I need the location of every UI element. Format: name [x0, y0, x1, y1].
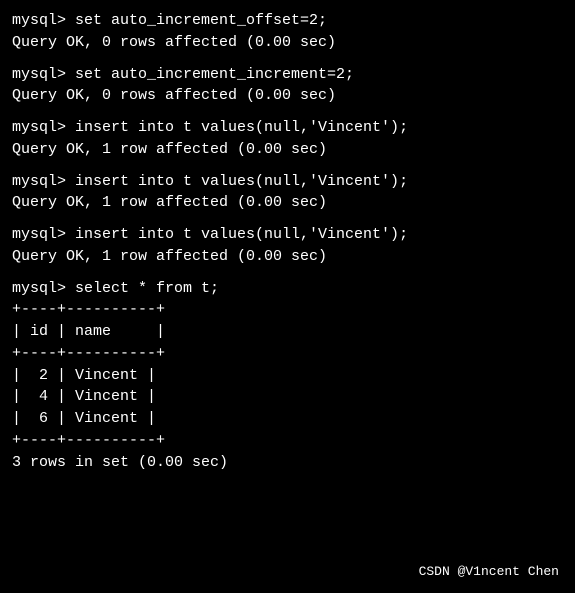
spacer-1: [12, 54, 563, 64]
command-line-2: mysql> set auto_increment_increment=2;: [12, 64, 563, 86]
table-bottom-border: +----+----------+: [12, 430, 563, 452]
spacer-3: [12, 161, 563, 171]
table-header-row: | id | name |: [12, 321, 563, 343]
command-line-4: mysql> insert into t values(null,'Vincen…: [12, 171, 563, 193]
result-line-final: 3 rows in set (0.00 sec): [12, 452, 563, 474]
result-line-5: Query OK, 1 row affected (0.00 sec): [12, 246, 563, 268]
command-line-1: mysql> set auto_increment_offset=2;: [12, 10, 563, 32]
spacer-2: [12, 107, 563, 117]
terminal-window: mysql> set auto_increment_offset=2; Quer…: [0, 0, 575, 593]
result-line-2: Query OK, 0 rows affected (0.00 sec): [12, 85, 563, 107]
result-line-4: Query OK, 1 row affected (0.00 sec): [12, 192, 563, 214]
result-line-1: Query OK, 0 rows affected (0.00 sec): [12, 32, 563, 54]
table-data-row-2: | 4 | Vincent |: [12, 386, 563, 408]
table-top-border: +----+----------+: [12, 299, 563, 321]
table-data-row-1: | 2 | Vincent |: [12, 365, 563, 387]
command-line-3: mysql> insert into t values(null,'Vincen…: [12, 117, 563, 139]
spacer-5: [12, 268, 563, 278]
table-header-border: +----+----------+: [12, 343, 563, 365]
command-line-6: mysql> select * from t;: [12, 278, 563, 300]
table-data-row-3: | 6 | Vincent |: [12, 408, 563, 430]
result-line-3: Query OK, 1 row affected (0.00 sec): [12, 139, 563, 161]
watermark: CSDN @V1ncent Chen: [419, 564, 559, 579]
command-line-5: mysql> insert into t values(null,'Vincen…: [12, 224, 563, 246]
spacer-4: [12, 214, 563, 224]
